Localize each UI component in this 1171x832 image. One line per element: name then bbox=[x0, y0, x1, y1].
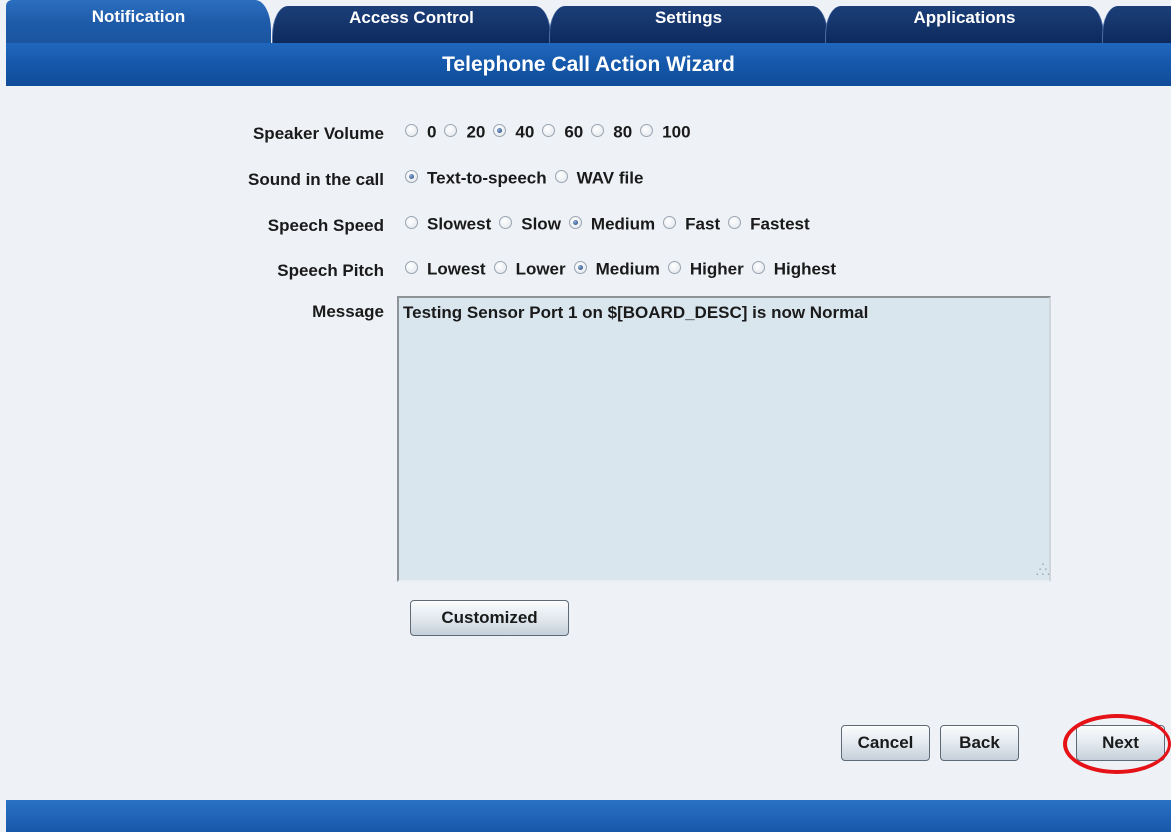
speech-speed-options: Slowest Slow Medium Fast Fastest bbox=[405, 214, 818, 235]
speaker-volume-option[interactable]: 60 bbox=[542, 122, 583, 143]
tab-applications[interactable]: Applications bbox=[825, 6, 1104, 43]
radio-button-icon[interactable] bbox=[493, 261, 507, 275]
speech-speed-option-label: Fast bbox=[685, 214, 721, 234]
speaker-volume-label: Speaker Volume bbox=[252, 124, 384, 143]
tab-bar: Notification Access Control Settings App… bbox=[0, 0, 1171, 43]
radio-button-icon[interactable] bbox=[591, 124, 605, 138]
speech-pitch-options: Lowest Lower Medium Higher Highest bbox=[405, 259, 844, 280]
speech-pitch-option-label: Lowest bbox=[427, 259, 486, 279]
speech-speed-option-label: Slow bbox=[521, 214, 561, 234]
speech-speed-option[interactable]: Slow bbox=[499, 214, 561, 235]
speech-pitch-option-label: Higher bbox=[689, 259, 744, 279]
radio-button-icon[interactable] bbox=[751, 261, 765, 275]
speaker-volume-option[interactable]: 80 bbox=[591, 122, 632, 143]
tab-notification-label: Notification bbox=[91, 7, 186, 26]
cancel-button[interactable]: Cancel bbox=[841, 725, 930, 761]
tab-overflow[interactable] bbox=[1102, 6, 1171, 43]
tab-applications-label: Applications bbox=[913, 8, 1016, 27]
speech-speed-option-label: Medium bbox=[590, 214, 656, 234]
radio-button-icon[interactable] bbox=[554, 170, 568, 184]
speech-speed-row: Speech Speed Slowest Slow Medium Fast Fastes… bbox=[0, 210, 1171, 240]
radio-button-icon[interactable] bbox=[493, 124, 507, 138]
radio-button-icon[interactable] bbox=[667, 261, 681, 275]
message-textarea[interactable]: Testing Sensor Port 1 on $[BOARD_DESC] i… bbox=[397, 296, 1051, 582]
speaker-volume-option[interactable]: 20 bbox=[444, 122, 485, 143]
sound-row: Sound in the call Text-to-speech WAV file bbox=[0, 164, 1171, 194]
sound-option[interactable]: WAV file bbox=[554, 168, 644, 189]
speaker-volume-option-label: 60 bbox=[564, 122, 584, 142]
speaker-volume-option[interactable]: 0 bbox=[405, 122, 436, 143]
speech-pitch-option[interactable]: Lower bbox=[493, 259, 566, 280]
speaker-volume-option-label: 100 bbox=[662, 122, 691, 142]
speaker-volume-option-label: 80 bbox=[613, 122, 633, 142]
sound-option-label: Text-to-speech bbox=[427, 168, 547, 188]
footer-bar bbox=[6, 800, 1171, 832]
message-label: Message bbox=[312, 302, 384, 321]
speech-speed-label: Speech Speed bbox=[267, 216, 384, 235]
speaker-volume-option-label: 20 bbox=[466, 122, 486, 142]
sound-options: Text-to-speech WAV file bbox=[405, 168, 651, 189]
radio-button-icon[interactable] bbox=[568, 216, 582, 230]
speech-pitch-option-label: Highest bbox=[773, 259, 837, 279]
wizard-title: Telephone Call Action Wizard bbox=[6, 43, 1171, 86]
radio-button-icon[interactable] bbox=[405, 170, 418, 184]
resize-grip-icon[interactable]: . . .. . . bbox=[1036, 558, 1050, 578]
speech-pitch-option[interactable]: Higher bbox=[667, 259, 744, 280]
tab-settings[interactable]: Settings bbox=[549, 6, 828, 43]
tab-notification[interactable]: Notification bbox=[6, 0, 271, 43]
speech-pitch-option-label: Lower bbox=[515, 259, 566, 279]
speaker-volume-option-label: 40 bbox=[515, 122, 535, 142]
radio-button-icon[interactable] bbox=[573, 261, 587, 275]
tab-access-control[interactable]: Access Control bbox=[272, 6, 551, 43]
sound-option-label: WAV file bbox=[576, 168, 644, 188]
speech-pitch-option-label: Medium bbox=[595, 259, 660, 279]
radio-button-icon[interactable] bbox=[542, 124, 556, 138]
radio-button-icon[interactable] bbox=[405, 261, 418, 275]
speech-speed-option[interactable]: Slowest bbox=[405, 214, 491, 235]
radio-button-icon[interactable] bbox=[640, 124, 654, 138]
speech-pitch-option[interactable]: Lowest bbox=[405, 259, 486, 280]
speaker-volume-row: Speaker Volume 0 20 40 60 80 100 bbox=[0, 118, 1171, 148]
customized-button[interactable]: Customized bbox=[410, 600, 569, 636]
sound-option[interactable]: Text-to-speech bbox=[405, 168, 547, 189]
radio-button-icon[interactable] bbox=[499, 216, 513, 230]
tab-access-control-label: Access Control bbox=[349, 8, 474, 27]
speech-pitch-row: Speech Pitch Lowest Lower Medium Higher High… bbox=[0, 255, 1171, 285]
speaker-volume-option-label: 0 bbox=[427, 122, 437, 142]
speech-pitch-label: Speech Pitch bbox=[277, 261, 384, 280]
speaker-volume-option[interactable]: 40 bbox=[493, 122, 534, 143]
back-button[interactable]: Back bbox=[940, 725, 1019, 761]
radio-button-icon[interactable] bbox=[405, 124, 418, 138]
speaker-volume-options: 0 20 40 60 80 100 bbox=[405, 122, 699, 143]
radio-button-icon[interactable] bbox=[728, 216, 742, 230]
speech-speed-option[interactable]: Fast bbox=[663, 214, 720, 235]
speaker-volume-option[interactable]: 100 bbox=[640, 122, 691, 143]
speech-speed-option-label: Fastest bbox=[750, 214, 810, 234]
speech-pitch-option[interactable]: Highest bbox=[751, 259, 837, 280]
next-highlight-circle bbox=[1063, 714, 1171, 774]
speech-speed-option[interactable]: Medium bbox=[568, 214, 656, 235]
speech-speed-option-label: Slowest bbox=[427, 214, 492, 234]
radio-button-icon[interactable] bbox=[444, 124, 458, 138]
speech-speed-option[interactable]: Fastest bbox=[728, 214, 810, 235]
sound-label: Sound in the call bbox=[247, 170, 384, 189]
tab-settings-label: Settings bbox=[654, 8, 723, 27]
radio-button-icon[interactable] bbox=[663, 216, 677, 230]
radio-button-icon[interactable] bbox=[405, 216, 418, 230]
speech-pitch-option[interactable]: Medium bbox=[573, 259, 660, 280]
